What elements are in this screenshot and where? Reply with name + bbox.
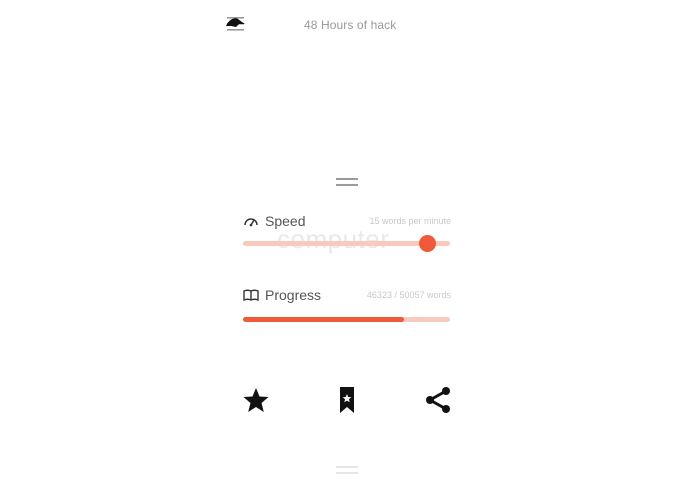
speed-slider-knob[interactable] [418,235,436,252]
reader-screen: 48 Hours of hack Speed 15 words per minu… [0,0,695,494]
page-title: 48 Hours of hack [304,18,397,32]
drag-handle[interactable] [336,178,358,187]
hamburger-menu-icon[interactable] [222,14,248,36]
bookmark-star-icon[interactable] [333,386,361,414]
progress-bar [243,317,450,322]
star-icon[interactable] [242,386,270,414]
progress-value-text: 46323 / 50057 words [366,290,451,300]
current-word-display: computer [277,224,390,254]
progress-label: Progress [265,287,322,303]
progress-header: Progress [243,287,321,303]
book-icon [243,288,259,302]
share-icon[interactable] [424,386,452,414]
progress-bar-fill [243,317,405,322]
speedometer-icon [243,214,259,228]
bottom-drag-handle[interactable] [336,466,358,475]
